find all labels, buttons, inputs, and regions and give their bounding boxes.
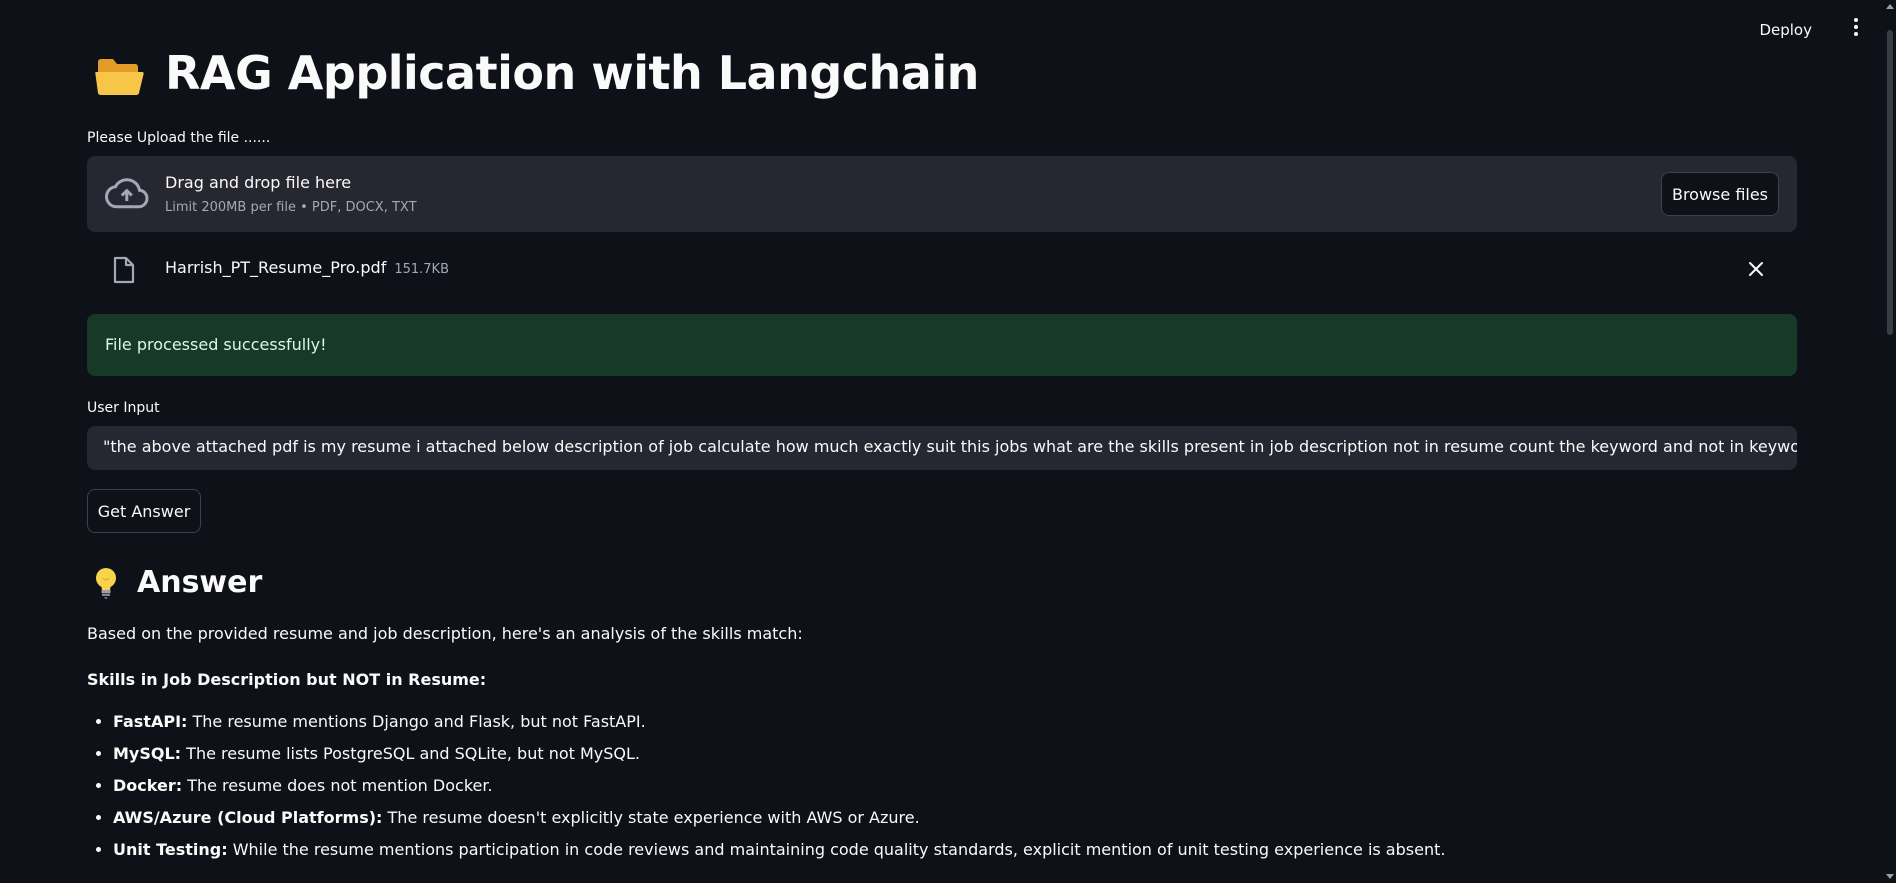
list-item-text: The resume doesn't explicitly state expe… [382, 808, 920, 827]
browse-files-button[interactable]: Browse files [1661, 172, 1779, 216]
list-item-text: The resume lists PostgreSQL and SQLite, … [181, 744, 640, 763]
scroll-down-arrow-icon[interactable] [1886, 874, 1894, 879]
lightbulb-icon [93, 566, 119, 600]
list-item: Unit Testing: While the resume mentions … [113, 838, 1797, 862]
list-item: MySQL: The resume lists PostgreSQL and S… [113, 742, 1797, 766]
scrollbar-thumb[interactable] [1887, 30, 1893, 335]
list-item-term: FastAPI: [113, 712, 188, 731]
page-title-text: RAG Application with Langchain [165, 46, 979, 100]
folder-icon [95, 53, 145, 95]
list-item: AWS/Azure (Cloud Platforms): The resume … [113, 806, 1797, 830]
list-item-text: The resume mentions Django and Flask, bu… [187, 712, 646, 731]
page-title: RAG Application with Langchain [95, 46, 979, 100]
get-answer-button[interactable]: Get Answer [87, 489, 201, 533]
answer-body: Based on the provided resume and job des… [87, 624, 1797, 870]
list-item-text: While the resume mentions participation … [227, 840, 1446, 859]
remove-file-close-icon[interactable] [1745, 258, 1767, 280]
dropzone-title: Drag and drop file here [165, 173, 352, 192]
answer-subheading: Skills in Job Description but NOT in Res… [87, 670, 487, 689]
scroll-up-arrow-icon[interactable] [1886, 4, 1894, 9]
answer-list: FastAPI: The resume mentions Django and … [87, 710, 1797, 862]
success-alert: File processed successfully! [87, 314, 1797, 376]
list-item-term: MySQL: [113, 744, 182, 763]
answer-intro: Based on the provided resume and job des… [87, 624, 803, 643]
uploaded-file-row: Harrish_PT_Resume_Pro.pdf 151.7KB [87, 250, 1797, 290]
cloud-upload-icon [104, 176, 149, 212]
answer-heading-text: Answer [137, 565, 263, 600]
file-dropzone[interactable]: Drag and drop file here Limit 200MB per … [87, 156, 1797, 232]
list-item-text: The resume does not mention Docker. [182, 776, 493, 795]
vertical-scrollbar[interactable] [1884, 0, 1896, 883]
app-window: Deploy RAG Application with Langchain Pl… [0, 0, 1896, 883]
deploy-button[interactable]: Deploy [1753, 17, 1818, 43]
file-icon [113, 256, 135, 284]
dropzone-limit-text: Limit 200MB per file • PDF, DOCX, TXT [165, 200, 417, 215]
list-item-term: Unit Testing: [113, 840, 228, 859]
user-input-label: User Input [87, 400, 160, 416]
user-input-field[interactable]: "the above attached pdf is my resume i a… [87, 426, 1797, 470]
kebab-menu-icon[interactable] [1846, 16, 1866, 40]
list-item: FastAPI: The resume mentions Django and … [113, 710, 1797, 734]
upload-label: Please Upload the file ...... [87, 130, 271, 146]
success-alert-text: File processed successfully! [105, 335, 327, 354]
list-item-term: Docker: [113, 776, 183, 795]
list-item-term: AWS/Azure (Cloud Platforms): [113, 808, 383, 827]
user-input-value: "the above attached pdf is my resume i a… [103, 437, 1797, 456]
uploaded-file-name: Harrish_PT_Resume_Pro.pdf 151.7KB [165, 258, 449, 277]
list-item: Docker: The resume does not mention Dock… [113, 774, 1797, 798]
file-name-text: Harrish_PT_Resume_Pro.pdf [165, 258, 387, 277]
file-size: 151.7KB [394, 262, 450, 277]
answer-heading: Answer [93, 565, 262, 600]
